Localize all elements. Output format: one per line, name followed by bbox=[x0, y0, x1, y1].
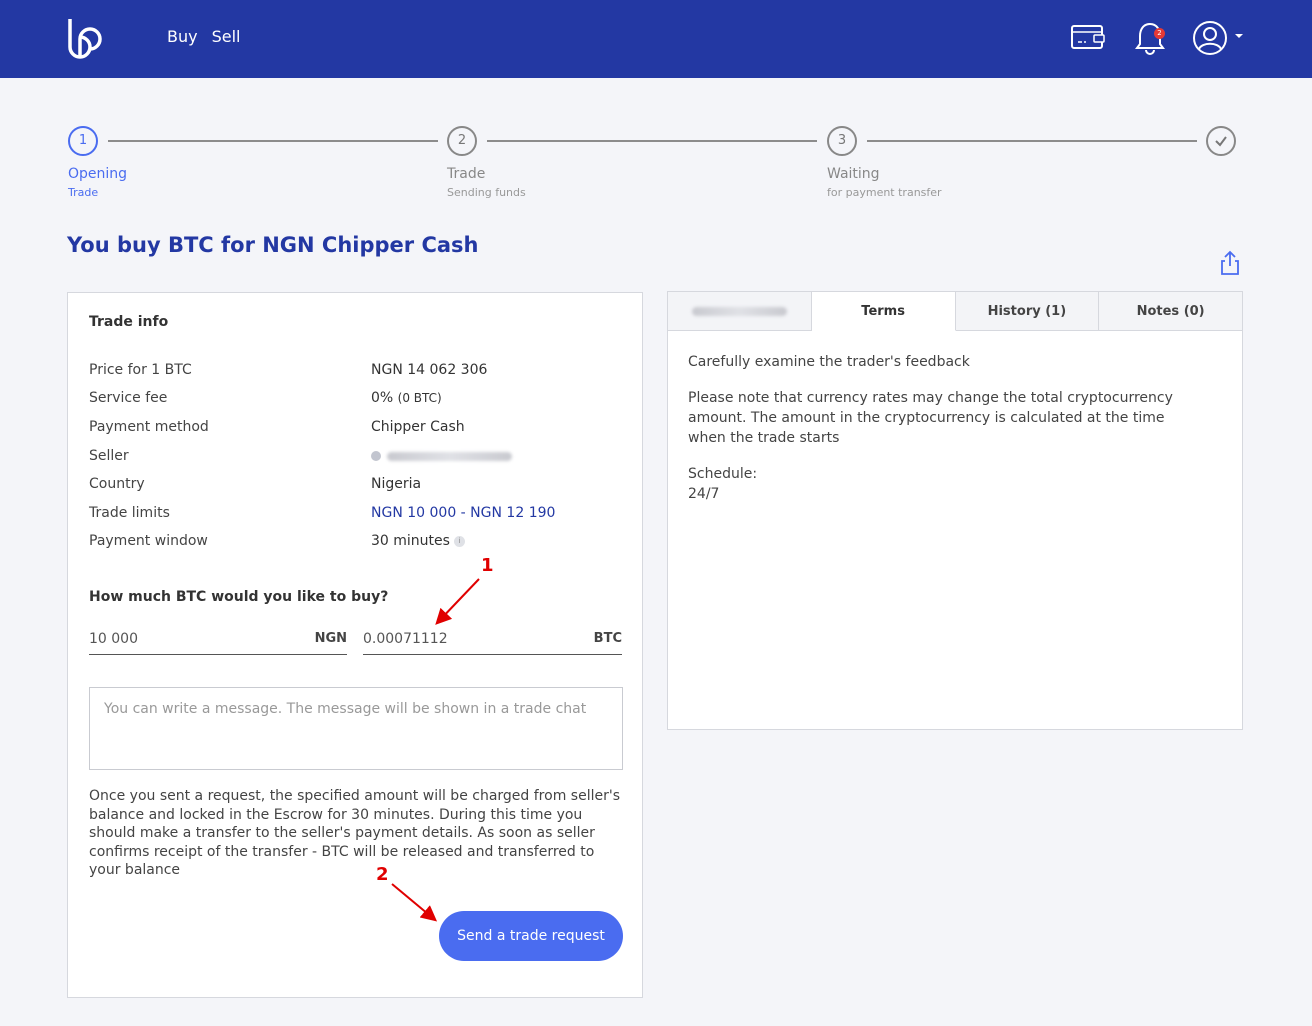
price-label: Price for 1 BTC bbox=[89, 362, 192, 378]
step-3-label: Waiting bbox=[827, 166, 880, 182]
main-nav: Buy Sell bbox=[167, 27, 240, 46]
wallet-icon[interactable] bbox=[1070, 20, 1106, 54]
seller-label: Seller bbox=[89, 448, 129, 464]
trader-name-redacted bbox=[691, 307, 787, 316]
schedule-value: 24/7 bbox=[688, 486, 720, 502]
terms-paragraph-2: Please note that currency rates may chan… bbox=[688, 390, 1173, 446]
step-1-circle: 1 bbox=[68, 126, 98, 156]
step-connector bbox=[487, 140, 817, 142]
trade-info-title: Trade info bbox=[89, 314, 169, 330]
step-1-label: Opening bbox=[68, 166, 128, 182]
country-value: Nigeria bbox=[371, 476, 422, 492]
send-trade-request-button[interactable]: Send a trade request bbox=[439, 911, 623, 961]
step-2-label: Trade bbox=[447, 166, 486, 182]
fee-value: 0% bbox=[371, 390, 394, 406]
share-icon[interactable] bbox=[1219, 250, 1241, 276]
fee-label: Service fee bbox=[89, 390, 168, 406]
schedule-label: Schedule: bbox=[688, 466, 758, 482]
ngn-currency-label: NGN bbox=[314, 631, 347, 646]
seller-name-redacted[interactable] bbox=[387, 451, 512, 461]
btc-currency-label: BTC bbox=[593, 631, 622, 646]
step-2-sub: Sending funds bbox=[447, 186, 526, 199]
step-connector bbox=[867, 140, 1197, 142]
price-value: NGN 14 062 306 bbox=[371, 362, 488, 378]
notification-badge: 2 bbox=[1154, 28, 1165, 39]
fee-value-wrap: 0% (0 BTC) bbox=[371, 390, 442, 406]
step-2-circle: 2 bbox=[447, 126, 477, 156]
message-input[interactable] bbox=[90, 688, 622, 769]
nav-buy[interactable]: Buy bbox=[167, 27, 198, 46]
fee-btc: (0 BTC) bbox=[397, 391, 442, 405]
ngn-amount-input[interactable] bbox=[89, 631, 289, 647]
amount-question: How much BTC would you like to buy? bbox=[89, 589, 389, 605]
escrow-note: Once you sent a request, the specified a… bbox=[89, 788, 620, 878]
annotation-marker-2: 2 bbox=[376, 864, 389, 885]
tab-terms[interactable]: Terms bbox=[811, 292, 956, 331]
btc-amount-input[interactable] bbox=[363, 631, 563, 647]
terms-card: Terms History (1) Notes (0) Carefully ex… bbox=[667, 291, 1243, 730]
page-title: You buy BTC for NGN Chipper Cash bbox=[67, 233, 479, 257]
ngn-amount-field: NGN bbox=[89, 631, 347, 655]
top-navbar: Buy Sell 2 bbox=[0, 0, 1312, 78]
tabs: Terms History (1) Notes (0) bbox=[668, 292, 1242, 331]
window-label: Payment window bbox=[89, 533, 208, 549]
caret-down-icon[interactable] bbox=[1235, 34, 1243, 38]
nav-sell[interactable]: Sell bbox=[212, 27, 241, 46]
country-label: Country bbox=[89, 476, 145, 492]
terms-paragraph-1: Carefully examine the trader's feedback bbox=[688, 354, 970, 370]
step-3-sub: for payment transfer bbox=[827, 186, 942, 199]
step-connector bbox=[108, 140, 438, 142]
trade-info-card: Trade info Price for 1 BTC NGN 14 062 30… bbox=[67, 292, 643, 998]
btc-amount-field: BTC bbox=[363, 631, 622, 655]
logo-icon[interactable] bbox=[66, 17, 102, 59]
limits-label: Trade limits bbox=[89, 505, 170, 521]
annotation-marker-1: 1 bbox=[481, 555, 494, 576]
tab-trader[interactable] bbox=[668, 292, 812, 331]
seller-value[interactable] bbox=[371, 448, 512, 464]
step-1-sub: Trade bbox=[68, 186, 99, 199]
seller-status-dot bbox=[371, 451, 381, 461]
tab-history[interactable]: History (1) bbox=[955, 292, 1100, 331]
method-value: Chipper Cash bbox=[371, 419, 465, 435]
user-avatar-icon[interactable] bbox=[1192, 20, 1228, 56]
step-3-circle: 3 bbox=[827, 126, 857, 156]
message-box bbox=[89, 687, 623, 770]
window-value-wrap: 30 minutes i bbox=[371, 533, 465, 549]
info-icon[interactable]: i bbox=[453, 535, 465, 547]
window-value: 30 minutes bbox=[371, 533, 450, 549]
tab-notes[interactable]: Notes (0) bbox=[1099, 292, 1242, 331]
limits-value: NGN 10 000 - NGN 12 190 bbox=[371, 505, 556, 521]
terms-content: Carefully examine the trader's feedback … bbox=[688, 352, 1188, 504]
check-icon bbox=[1206, 126, 1236, 156]
method-label: Payment method bbox=[89, 419, 209, 435]
